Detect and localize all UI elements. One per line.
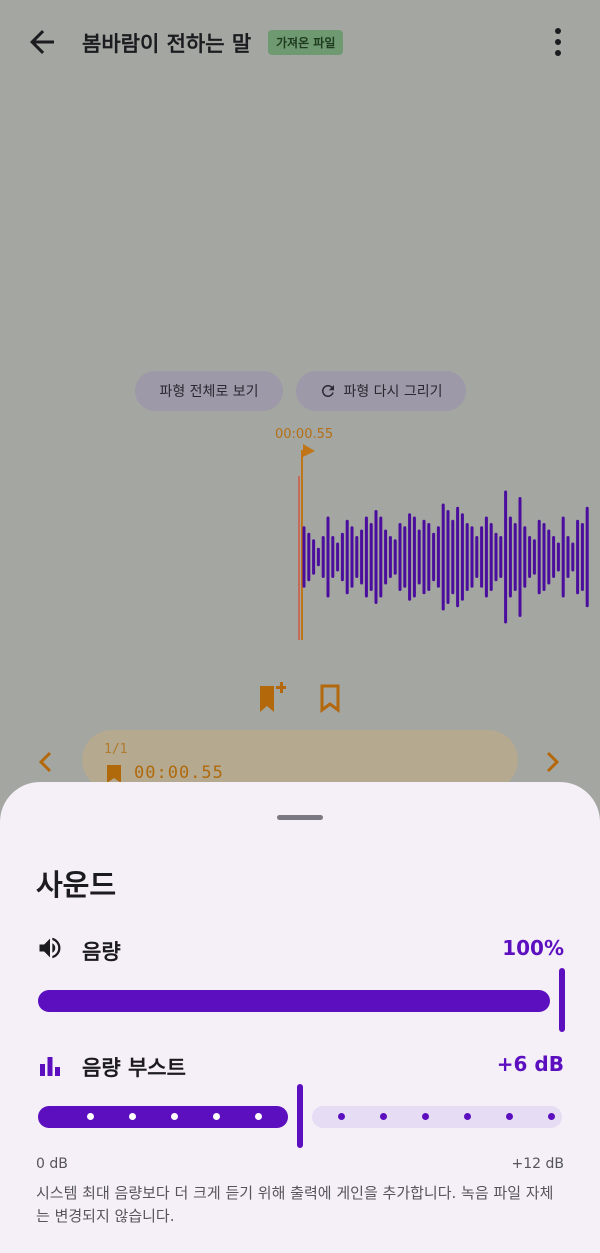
redraw-waveform-button[interactable]: 파형 다시 그리기 <box>296 371 466 411</box>
bookmark-add-icon <box>260 682 286 712</box>
refresh-icon <box>322 385 335 397</box>
marker-time: 00:00.55 <box>134 763 224 783</box>
boost-min-label: 0 dB <box>36 1156 68 1172</box>
sound-bottom-sheet: 사운드 음량 100% 음량 부스트 +6 dB 0 dB +12 dB 시스템… <box>0 782 600 1253</box>
volume-value: 100% <box>502 936 564 960</box>
bookmark-list-button[interactable] <box>318 682 342 718</box>
arrow-left-icon <box>30 30 54 54</box>
volume-label: 음량 <box>82 940 121 964</box>
boost-step-dot <box>171 1113 178 1120</box>
boost-step-dot <box>129 1113 136 1120</box>
previous-marker-button[interactable] <box>36 750 56 778</box>
marker-count: 1/1 <box>104 742 128 757</box>
playhead-flag-icon <box>303 444 315 457</box>
boost-label: 음량 부스트 <box>82 1056 186 1080</box>
marker-card[interactable]: 1/1 00:00.55 <box>82 730 518 790</box>
chevron-right-icon <box>546 751 560 773</box>
back-button[interactable] <box>24 24 60 60</box>
boost-step-dot <box>213 1113 220 1120</box>
boost-step-dot <box>422 1113 429 1120</box>
volume-icon <box>39 937 61 959</box>
top-app-bar: 봄바람이 전하는 말 가져온 파일 <box>0 0 600 84</box>
boost-slider-inactive-track[interactable] <box>312 1106 562 1128</box>
bookmark-icon <box>107 765 121 783</box>
boost-step-dot <box>548 1113 555 1120</box>
boost-step-dot <box>506 1113 513 1120</box>
page-title: 봄바람이 전하는 말 <box>82 32 252 56</box>
chevron-left-icon <box>38 751 52 773</box>
fit-waveform-button[interactable]: 파형 전체로 보기 <box>135 371 283 411</box>
more-vert-icon <box>555 28 561 56</box>
bookmark-icon <box>320 684 340 713</box>
boost-step-dot <box>338 1113 345 1120</box>
add-bookmark-button[interactable] <box>258 682 286 718</box>
boost-step-dot <box>464 1113 471 1120</box>
drag-handle[interactable] <box>277 815 323 820</box>
boost-step-dot <box>255 1113 262 1120</box>
waveform[interactable] <box>0 440 600 650</box>
sheet-title: 사운드 <box>36 868 117 902</box>
boost-value: +6 dB <box>496 1052 564 1076</box>
boost-slider-thumb[interactable] <box>297 1084 303 1148</box>
fit-waveform-label: 파형 전체로 보기 <box>159 384 259 400</box>
boost-max-label: +12 dB <box>511 1156 565 1172</box>
more-options-button[interactable] <box>546 26 570 58</box>
boost-description: 시스템 최대 음량보다 더 크게 듣기 위해 출력에 게인을 추가합니다. 녹음… <box>36 1184 554 1225</box>
boost-slider-active-track[interactable] <box>38 1106 288 1128</box>
boost-step-dot <box>380 1113 387 1120</box>
imported-file-badge: 가져온 파일 <box>268 30 344 55</box>
next-marker-button[interactable] <box>542 750 562 778</box>
boost-step-dot <box>87 1113 94 1120</box>
bar-chart-icon <box>40 1057 60 1076</box>
volume-slider-track[interactable] <box>38 990 550 1012</box>
waveform-bars <box>302 490 589 624</box>
redraw-waveform-label: 파형 다시 그리기 <box>343 384 443 400</box>
volume-slider-thumb[interactable] <box>559 968 565 1032</box>
